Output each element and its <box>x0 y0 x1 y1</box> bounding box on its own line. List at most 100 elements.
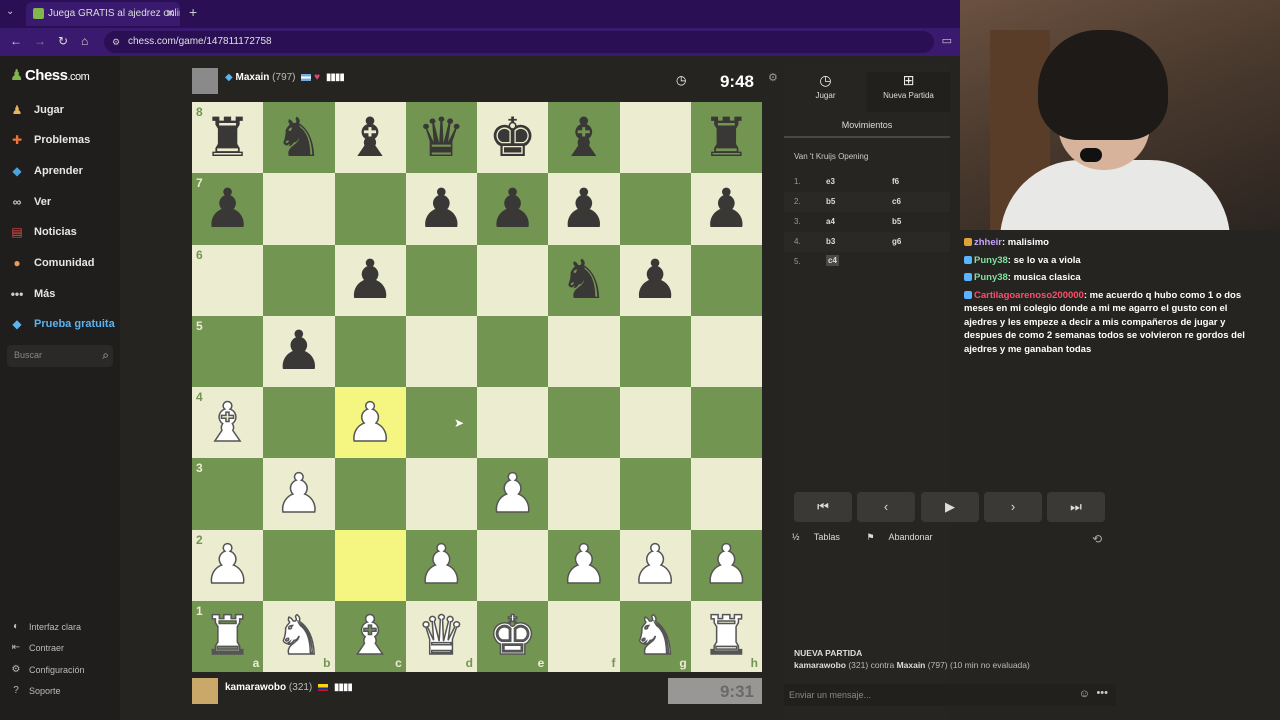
black-pawn-icon[interactable]: ♟ <box>417 181 465 236</box>
white-move[interactable]: b5 <box>826 197 835 206</box>
square-e3[interactable]: ♟ <box>477 458 549 530</box>
square-e7[interactable]: ♟ <box>477 173 549 245</box>
square-h2[interactable]: ♟ <box>690 529 762 601</box>
square-c3[interactable] <box>334 458 406 530</box>
white-rook-icon[interactable]: ♜ <box>203 608 253 664</box>
square-a2[interactable]: 2 ♟ <box>192 529 264 601</box>
black-move[interactable]: g6 <box>892 237 901 246</box>
black-pawn-icon[interactable]: ♟ <box>702 181 750 236</box>
square-d2[interactable]: ♟ <box>405 529 477 601</box>
square-c8[interactable]: ♝ <box>334 102 406 174</box>
play-button[interactable]: ▶ <box>921 492 979 522</box>
settings-button[interactable]: ⚙ Configuración <box>10 664 85 675</box>
white-rook-icon[interactable]: ♜ <box>701 608 751 664</box>
white-bishop-icon[interactable]: ♝ <box>345 608 395 664</box>
black-bishop-icon[interactable]: ♝ <box>560 110 608 165</box>
square-d5[interactable] <box>405 315 477 387</box>
address-bar[interactable]: ⚙ chess.com/game/147811172758 <box>104 31 934 53</box>
more-options-icon[interactable]: ••• <box>1096 687 1108 699</box>
sidebar-item-mas[interactable]: ••• Más <box>8 283 120 305</box>
square-b6[interactable] <box>263 244 335 316</box>
tab-jugar[interactable]: ◷ Jugar <box>784 72 867 112</box>
square-c7[interactable] <box>334 173 406 245</box>
square-g4[interactable] <box>619 387 691 459</box>
square-h7[interactable]: ♟ <box>690 173 762 245</box>
chat-username[interactable]: Puny38 <box>974 255 1008 266</box>
square-g2[interactable]: ♟ <box>619 529 691 601</box>
reload-icon[interactable]: ↻ <box>58 34 68 48</box>
black-queen-icon[interactable]: ♛ <box>417 110 465 165</box>
square-h5[interactable] <box>690 315 762 387</box>
black-pawn-icon[interactable]: ♟ <box>203 181 251 236</box>
white-pawn-icon[interactable]: ♟ <box>559 537 609 593</box>
square-b1[interactable]: b ♞ <box>263 600 335 672</box>
white-pawn-icon[interactable]: ♟ <box>630 537 680 593</box>
square-e8[interactable]: ♚ <box>477 102 549 174</box>
black-rook-icon[interactable]: ♜ <box>702 110 750 165</box>
white-pawn-icon[interactable]: ♟ <box>488 466 538 522</box>
black-king-icon[interactable]: ♚ <box>488 110 536 165</box>
square-f7[interactable]: ♟ <box>548 173 620 245</box>
white-pawn-icon[interactable]: ♟ <box>345 394 395 450</box>
white-knight-icon[interactable]: ♞ <box>630 608 680 664</box>
square-d7[interactable]: ♟ <box>405 173 477 245</box>
new-tab-icon[interactable]: + <box>189 4 197 20</box>
browser-tab[interactable]: Juega GRATIS al ajedrez online ✕ <box>26 2 180 26</box>
prev-move-button[interactable]: ‹ <box>857 492 915 522</box>
square-d1[interactable]: d ♛ <box>405 600 477 672</box>
white-move[interactable]: c4 <box>826 255 839 266</box>
square-a7[interactable]: 7 ♟ <box>192 173 264 245</box>
square-f6[interactable]: ♞ <box>548 244 620 316</box>
sidebar-item-ver[interactable]: ∞ Ver <box>8 191 120 213</box>
square-c6[interactable]: ♟ <box>334 244 406 316</box>
back-icon[interactable]: ← <box>10 34 22 48</box>
square-e1[interactable]: e ♚ <box>477 600 549 672</box>
square-e4[interactable] <box>477 387 549 459</box>
square-e2[interactable] <box>477 529 549 601</box>
square-a3[interactable]: 3 <box>192 458 264 530</box>
chat-username[interactable]: zhheir <box>974 237 1002 248</box>
square-c4[interactable]: ♟ <box>334 387 406 459</box>
search-icon[interactable]: ⌕ <box>102 348 109 363</box>
tab-search-icon[interactable]: ⌄ <box>6 6 14 17</box>
chess-board[interactable]: 8 ♜ ♞ ♝ ♛ ♚ ♝ ♜ 7 ♟ ♟ ♟ ♟ ♟ 6 ♟ ♞ ♟ 5 ♟ 4 ♝ ♟ 3 ♟ ♟ 2 ♟ ♟ ♟ ♟ ♟ 1 a ♜ b ♞ c ♝ d… <box>192 102 762 672</box>
chat-username[interactable]: Cartilagoarenoso200000 <box>974 290 1084 301</box>
black-pawn-icon[interactable]: ♟ <box>346 253 394 307</box>
square-d6[interactable] <box>405 244 477 316</box>
black-knight-icon[interactable]: ♞ <box>275 110 323 165</box>
black-move[interactable]: b5 <box>892 217 901 226</box>
white-queen-icon[interactable]: ♛ <box>416 608 466 664</box>
black-pawn-icon[interactable]: ♟ <box>275 324 323 378</box>
resign-button[interactable]: ⚑ Abandonar <box>866 532 944 542</box>
white-pawn-icon[interactable]: ♟ <box>274 466 324 522</box>
black-pawn-icon[interactable]: ♟ <box>488 181 536 236</box>
black-bishop-icon[interactable]: ♝ <box>346 110 394 165</box>
sidebar-item-jugar[interactable]: ♟ Jugar <box>8 99 120 121</box>
collapse-button[interactable]: ⇤ Contraer <box>10 642 64 653</box>
white-knight-icon[interactable]: ♞ <box>274 608 324 664</box>
square-g7[interactable] <box>619 173 691 245</box>
opening-name[interactable]: Van 't Kruijs Opening <box>794 152 868 161</box>
square-f1[interactable]: f <box>548 600 620 672</box>
square-a4[interactable]: 4 ♝ <box>192 387 264 459</box>
square-d8[interactable]: ♛ <box>405 102 477 174</box>
sidebar-item-comunidad[interactable]: ● Comunidad <box>8 252 120 274</box>
square-g3[interactable] <box>619 458 691 530</box>
sidebar-item-noticias[interactable]: ▤ Noticias <box>8 221 120 243</box>
square-c5[interactable] <box>334 315 406 387</box>
tab-new-game[interactable]: ⊞ Nueva Partida <box>867 72 950 112</box>
avatar[interactable] <box>192 68 218 94</box>
square-a8[interactable]: 8 ♜ <box>192 102 264 174</box>
first-move-button[interactable]: ⏮ <box>794 492 852 522</box>
square-g8[interactable] <box>619 102 691 174</box>
white-move[interactable]: b3 <box>826 237 835 246</box>
square-b3[interactable]: ♟ <box>263 458 335 530</box>
square-d4[interactable] <box>405 387 477 459</box>
top-player-name[interactable]: ◆ Maxain (797) ♥ ▮▮▮▮ <box>225 72 345 83</box>
white-move[interactable]: a4 <box>826 217 835 226</box>
message-input[interactable]: Enviar un mensaje... ☺ ••• <box>784 684 1116 706</box>
square-h6[interactable] <box>690 244 762 316</box>
square-c1[interactable]: c ♝ <box>334 600 406 672</box>
black-pawn-icon[interactable]: ♟ <box>631 253 679 307</box>
black-rook-icon[interactable]: ♜ <box>203 110 251 165</box>
